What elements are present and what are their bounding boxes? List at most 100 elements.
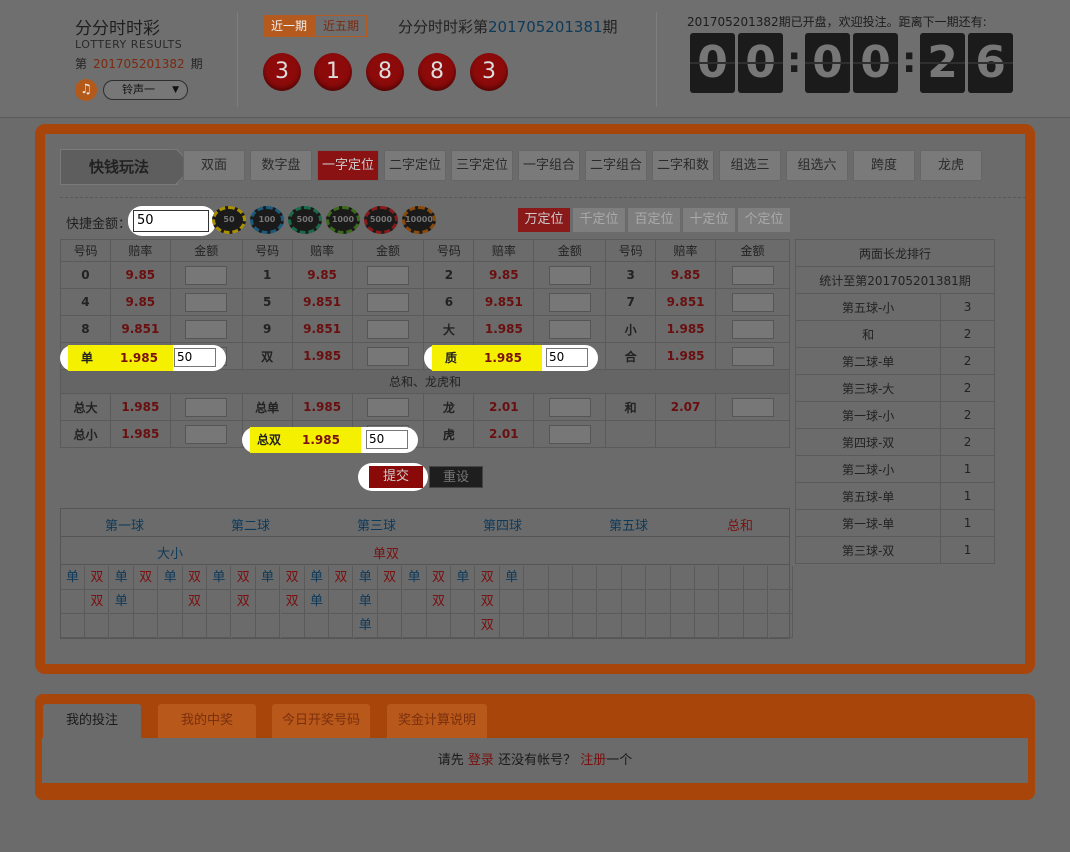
trend-cell [158,590,183,614]
bet-odds: 2.07 [655,393,717,421]
chip-5000[interactable]: 5000 [364,206,398,234]
tab-recent-five[interactable]: 近五期 [315,15,368,37]
open-notice: 201705201382期已开盘，欢迎投注。距离下一期还有: [687,15,987,29]
column-header: 赔率 [655,239,717,262]
sound-select[interactable]: 铃声一 ▼ [103,80,188,100]
trend-tab[interactable]: 第二球 [231,515,270,534]
position-bai[interactable]: 百定位 [628,208,680,232]
chip-500[interactable]: 500 [288,206,322,234]
bet-amount-cell [533,393,607,421]
tab-longhu[interactable]: 龙虎 [920,150,982,181]
trend-cell: 单 [451,566,476,590]
bet-amount-input[interactable] [548,424,591,444]
selected-bet-amount-input[interactable]: 50 [174,348,216,367]
tab-erzidingwei[interactable]: 二字定位 [384,150,446,181]
bet-amount-input[interactable] [548,292,591,312]
bet-amount-input[interactable] [367,319,410,339]
tab-erzizuhe[interactable]: 二字组合 [585,150,647,181]
trend-cell [451,614,476,638]
trend-cell [402,614,427,638]
trend-cell: 双 [427,590,451,614]
trend-type-tab[interactable]: 大小 [157,543,183,562]
register-link[interactable]: 注册 [580,753,606,768]
trend-cell [671,590,695,614]
bet-amount-input[interactable] [185,319,228,339]
tab-yizidingwei[interactable]: 一字定位 [317,150,379,181]
tab-shuzipan[interactable]: 数字盘 [250,150,312,181]
trend-grid: 单双单双单双单双单双单双单双单双单双单双单双双双单单双双单双 [61,566,793,639]
bet-amount-cell [169,261,243,289]
bet-amount-cell [169,288,243,316]
trend-cell [695,614,720,638]
bet-amount-input[interactable] [185,292,228,312]
bet-odds: 9.851 [291,288,353,316]
countdown-colon: : [902,40,917,81]
trend-ball-row: 第一球 第二球 第三球 第四球 第五球 总和 [61,509,789,537]
bet-amount-input[interactable] [548,265,591,285]
bet-amount-input[interactable] [367,397,410,417]
quick-amount-input[interactable]: 50 [133,210,209,232]
trend-cell [597,614,622,638]
trend-tab[interactable]: 总和 [727,515,753,534]
bet-amount-input[interactable] [731,319,774,339]
countdown-digit: 2 [920,33,965,93]
selected-bet-amount-input[interactable]: 50 [546,348,588,367]
bet-code: 1 [241,261,293,289]
trend-cell [402,590,427,614]
bet-amount-input[interactable] [731,346,774,366]
selected-bet-amount-input[interactable]: 50 [366,430,408,449]
tab-sanzidingwei[interactable]: 三字定位 [451,150,513,181]
bet-amount-input[interactable] [731,265,774,285]
lottery-title: 分分时时彩 [75,19,160,39]
tab-prize-rules[interactable]: 奖金计算说明 [387,704,487,738]
trend-tab[interactable]: 第三球 [357,515,396,534]
tab-today-results[interactable]: 今日开奖号码 [272,704,370,738]
trend-type-tab[interactable]: 单双 [373,543,399,562]
position-wan[interactable]: 万定位 [518,208,570,232]
selected-bet-code: 单 [80,351,93,365]
chip-1000[interactable]: 1000 [326,206,360,234]
bet-amount-cell [715,288,790,316]
bet-amount-input[interactable] [185,265,228,285]
bet-amount-input[interactable] [548,319,591,339]
reset-button[interactable]: 重设 [429,466,483,488]
submit-button[interactable]: 提交 [369,466,423,488]
chip-10000[interactable]: 10000 [402,206,436,234]
bet-amount-input[interactable] [548,397,591,417]
position-shi[interactable]: 十定位 [683,208,735,232]
bet-amount-input[interactable] [731,292,774,312]
tab-kuadu[interactable]: 跨度 [853,150,915,181]
tab-erzihesu[interactable]: 二字和数 [652,150,714,181]
tab-my-bets[interactable]: 我的投注 [43,704,141,738]
bet-amount-input[interactable] [731,397,774,417]
bet-amount-input[interactable] [367,292,410,312]
bet-amount-input[interactable] [367,265,410,285]
trend-tab[interactable]: 第五球 [609,515,648,534]
trend-cell [378,614,403,638]
music-note-icon[interactable]: ♫ [75,79,97,101]
chip-100[interactable]: 100 [250,206,284,234]
bet-code: 虎 [423,420,475,448]
tab-shuangmian[interactable]: 双面 [183,150,245,181]
tab-zuxuan-liu[interactable]: 组选六 [786,150,848,181]
trend-cell: 双 [183,590,207,614]
tab-yizizuhe[interactable]: 一字组合 [518,150,580,181]
trend-tab[interactable]: 第四球 [483,515,522,534]
bet-amount-input[interactable] [185,397,228,417]
login-prompt: 请先 登录 还没有帐号？ 注册一个 [42,738,1028,783]
trend-tab[interactable]: 第一球 [105,515,144,534]
bet-amount-input[interactable] [367,346,410,366]
long-table-subtitle: 统计至第201705201381期 [795,266,995,294]
tab-my-wins[interactable]: 我的中奖 [158,704,256,738]
selected-bet-odds: 1.985 [302,433,340,447]
trend-cell [744,614,769,638]
chip-50[interactable]: 50 [212,206,246,234]
bet-odds: 9.85 [655,261,717,289]
position-qian[interactable]: 千定位 [573,208,625,232]
tab-recent-one[interactable]: 近一期 [263,15,316,37]
tab-zuxuan-san[interactable]: 组选三 [719,150,781,181]
bet-amount-input[interactable] [185,424,228,444]
trend-cell [573,590,598,614]
position-ge[interactable]: 个定位 [738,208,790,232]
login-link[interactable]: 登录 [468,753,494,768]
